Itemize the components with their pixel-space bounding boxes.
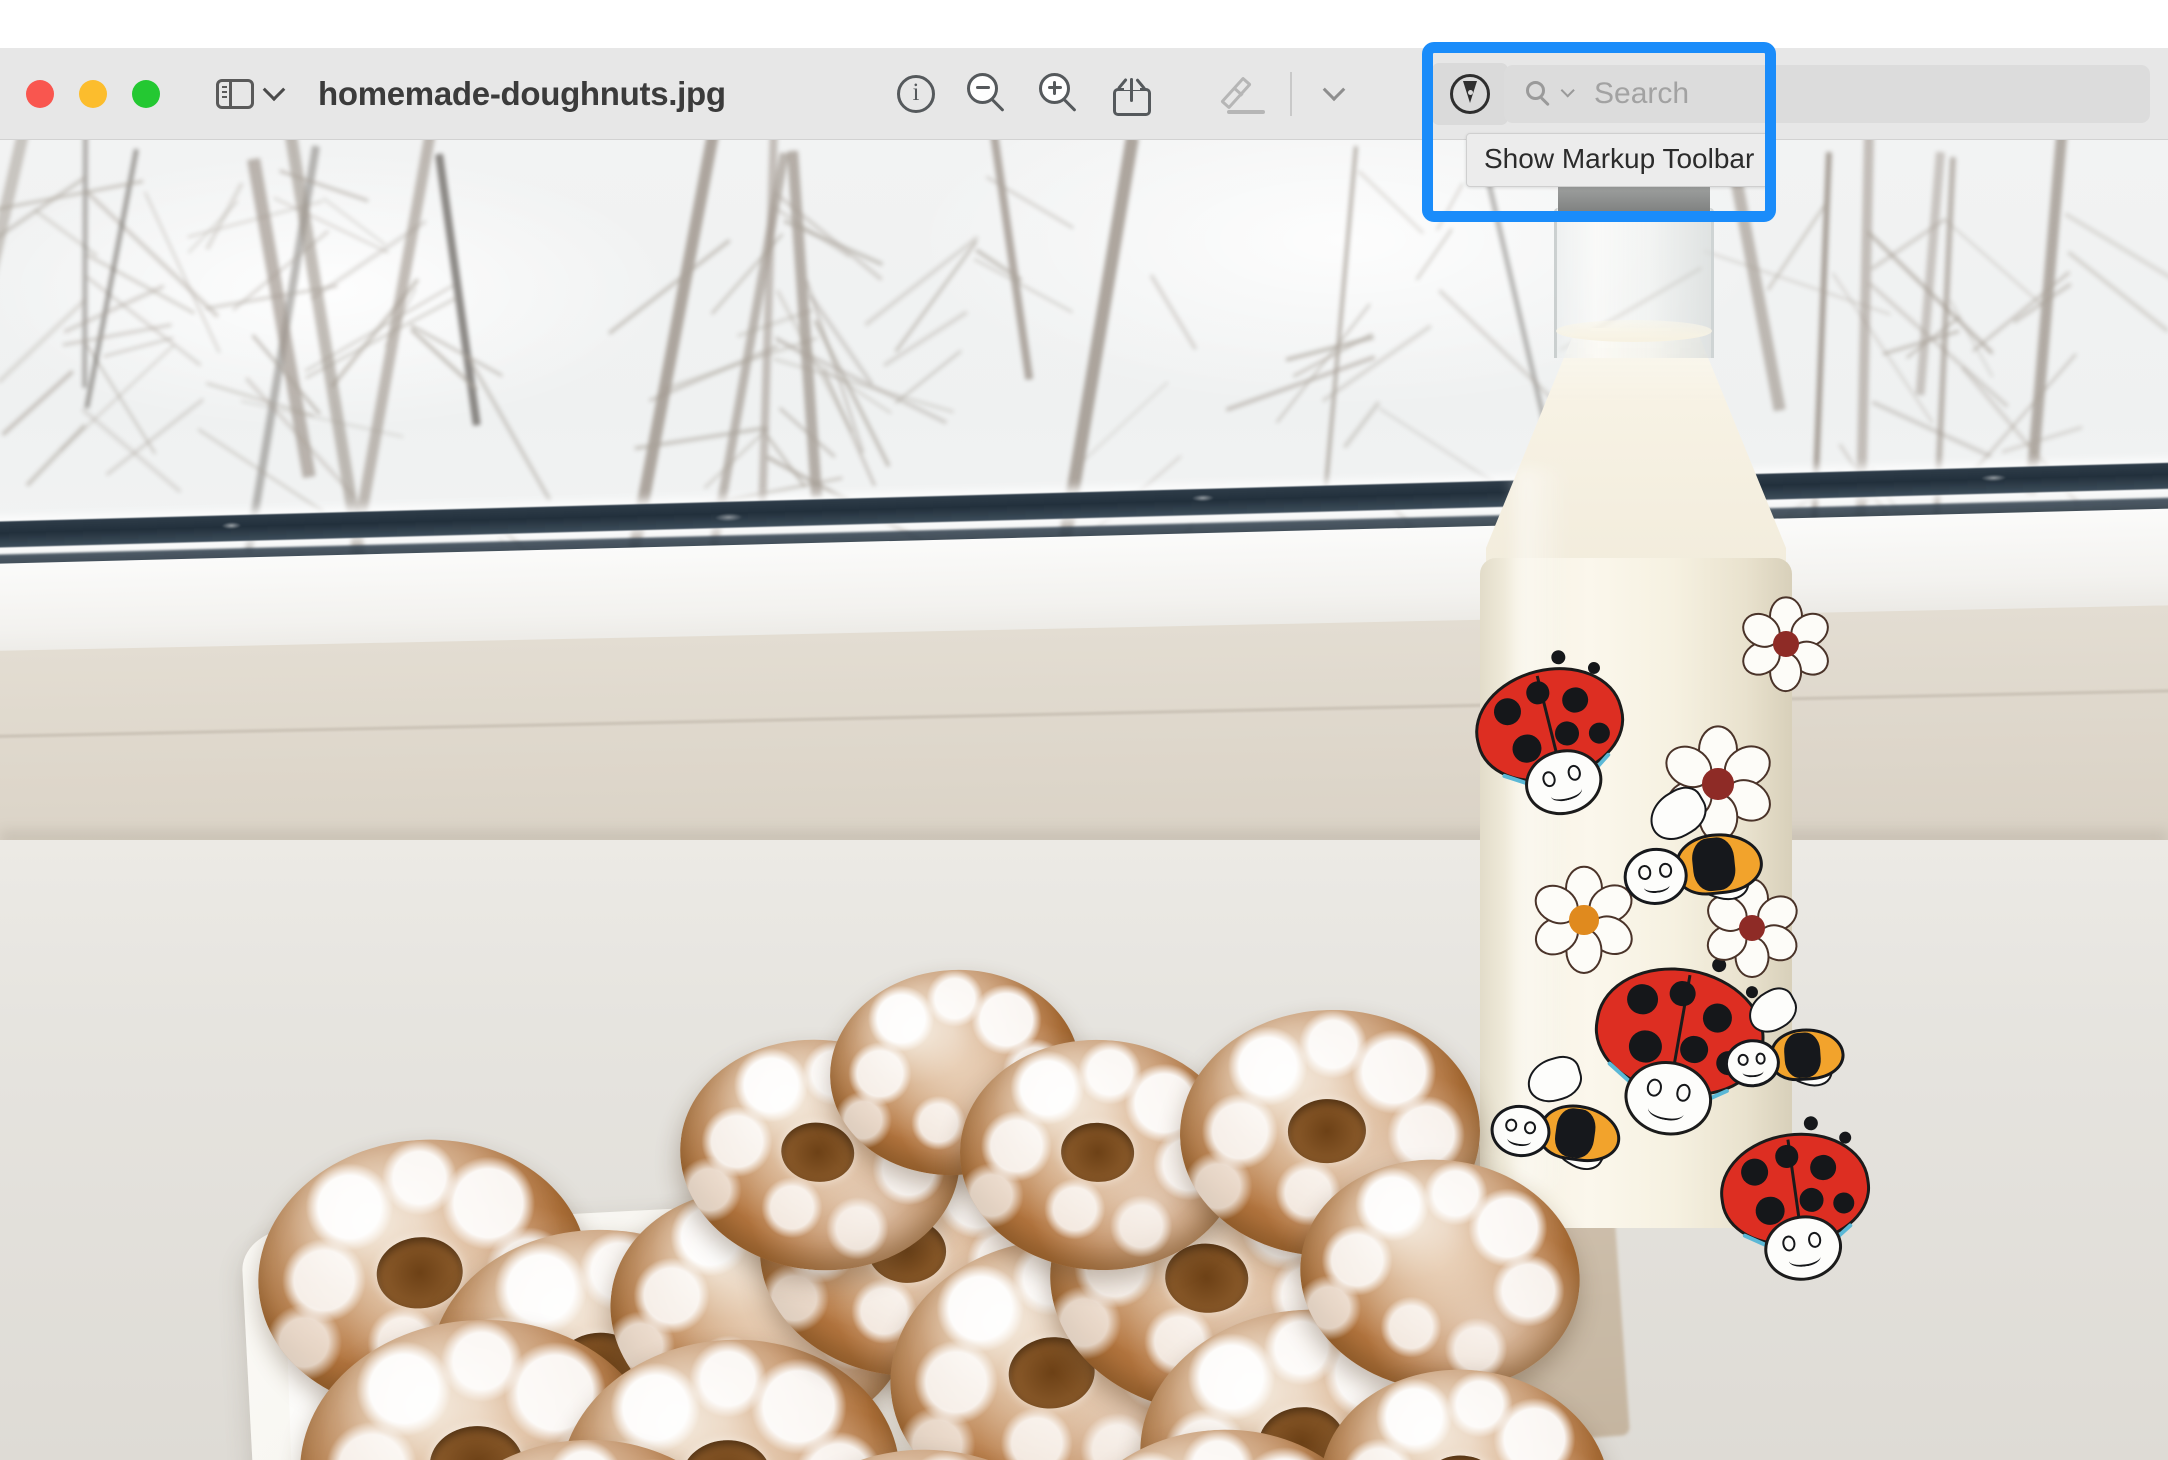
search-icon [1526, 81, 1552, 107]
bee-decoration [1486, 1051, 1628, 1178]
share-icon [1113, 72, 1151, 116]
milk-bottle [1462, 168, 1877, 1286]
chevron-down-icon[interactable] [262, 77, 286, 101]
bee-decoration [1617, 779, 1767, 916]
markup-button[interactable] [1432, 63, 1508, 125]
daisy-decoration [1527, 865, 1641, 975]
zoom-in-button[interactable] [1024, 63, 1096, 125]
toolbar-divider [1290, 71, 1292, 116]
zoom-out-icon [967, 72, 1009, 115]
zoom-in-icon [1039, 72, 1081, 115]
minimize-button[interactable] [79, 79, 107, 108]
info-icon [897, 74, 935, 113]
traffic-lights [26, 79, 160, 108]
daisy-decoration [1736, 596, 1836, 692]
annotate-button[interactable] [1212, 63, 1284, 125]
search-input[interactable]: Search [1504, 65, 2150, 123]
annotate-menu-button[interactable] [1298, 63, 1370, 125]
image-canvas[interactable] [0, 140, 2168, 1460]
search-placeholder: Search [1594, 77, 1690, 110]
milk-surface-line [1556, 320, 1712, 342]
maximize-button[interactable] [132, 79, 160, 108]
window-toolbar: homemade-doughnuts.jpg i Search [0, 48, 2168, 140]
page-title: homemade-doughnuts.jpg [318, 74, 726, 112]
chevron-down-icon [1322, 77, 1346, 101]
close-button[interactable] [26, 79, 54, 108]
info-button[interactable] [880, 63, 952, 125]
pen-nib-icon [1450, 74, 1490, 114]
sidebar-icon[interactable] [216, 78, 254, 109]
tooltip-show-markup-toolbar: Show Markup Toolbar [1466, 133, 1773, 187]
ladybug-decoration [1712, 1115, 1881, 1286]
preview-window: homemade-doughnuts.jpg i Search Show Mar… [0, 0, 2168, 1460]
chevron-down-icon[interactable] [1560, 83, 1575, 98]
toolbar-actions [880, 63, 1478, 125]
sidebar-toggle-group[interactable] [216, 77, 286, 109]
pencil-icon [1220, 73, 1270, 115]
share-button[interactable] [1096, 63, 1168, 125]
zoom-out-button[interactable] [952, 63, 1024, 125]
bee-decoration [1721, 981, 1847, 1097]
